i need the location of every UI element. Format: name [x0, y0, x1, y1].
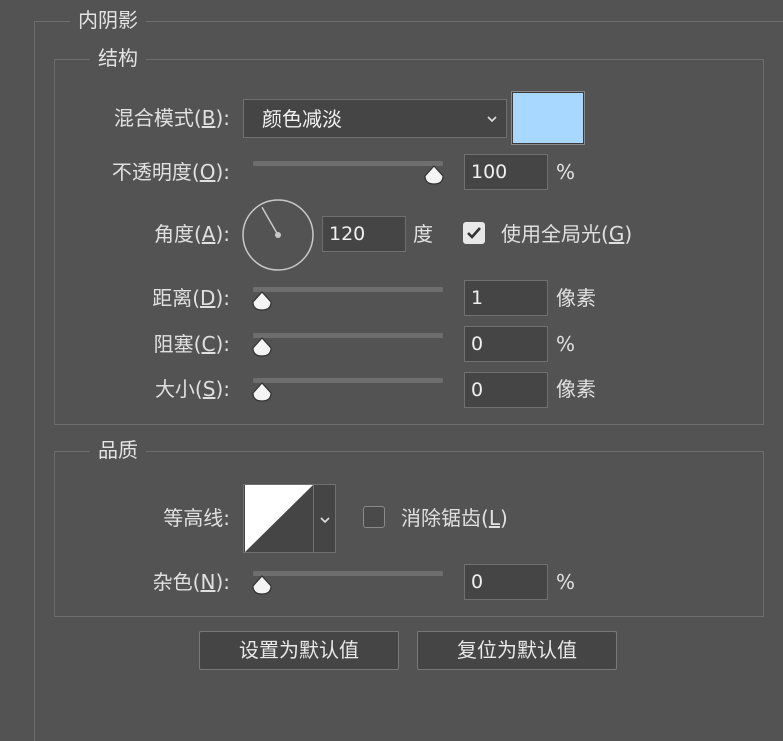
global-light-label: 使用全局光(G) — [501, 222, 633, 246]
size-unit: 像素 — [556, 377, 596, 401]
slider-thumb-icon[interactable] — [251, 290, 273, 312]
opacity-label: 不透明度(O): — [111, 160, 230, 184]
noise-label: 杂色(N): — [152, 570, 230, 594]
slider-thumb-icon[interactable] — [251, 574, 273, 596]
structure-legend: 结构 — [90, 45, 146, 71]
slider-thumb-icon[interactable] — [251, 336, 273, 358]
set-default-button[interactable]: 设置为默认值 — [199, 631, 399, 670]
contour-curve-icon — [245, 485, 313, 552]
noise-unit: % — [556, 570, 576, 594]
blend-mode-label: 混合模式(B): — [113, 106, 230, 130]
checkmark-icon — [467, 227, 481, 239]
choke-slider-track[interactable] — [253, 333, 443, 338]
panel-title: 内阴影 — [70, 7, 146, 33]
size-label: 大小(S): — [154, 377, 230, 401]
contour-divider — [313, 485, 314, 552]
anti-alias-checkbox[interactable] — [363, 506, 385, 528]
slider-thumb-icon[interactable] — [423, 164, 445, 186]
blend-mode-value: 颜色减淡 — [262, 107, 342, 131]
angle-unit: 度 — [413, 222, 433, 246]
anti-alias-label: 消除锯齿(L) — [401, 506, 508, 530]
size-input[interactable]: 0 — [464, 372, 548, 408]
distance-label: 距离(D): — [152, 286, 230, 310]
size-slider-track[interactable] — [253, 378, 443, 383]
blend-mode-select[interactable]: 颜色减淡 — [243, 99, 507, 138]
angle-input[interactable]: 120 — [322, 216, 406, 252]
angle-dial-icon[interactable] — [241, 198, 315, 272]
global-light-checkbox[interactable] — [463, 222, 485, 244]
chevron-down-icon[interactable] — [319, 515, 331, 525]
choke-unit: % — [556, 332, 576, 356]
choke-label: 阻塞(C): — [153, 332, 230, 356]
opacity-slider-track[interactable] — [253, 161, 443, 166]
opacity-unit: % — [556, 160, 576, 184]
quality-legend: 品质 — [90, 437, 146, 463]
distance-slider-track[interactable] — [253, 287, 443, 292]
chevron-down-icon — [487, 116, 497, 123]
noise-input[interactable]: 0 — [464, 564, 548, 600]
distance-input[interactable]: 1 — [464, 280, 548, 316]
contour-picker[interactable] — [243, 484, 336, 553]
noise-slider-track[interactable] — [253, 571, 443, 576]
contour-label: 等高线: — [163, 506, 230, 530]
choke-input[interactable]: 0 — [464, 326, 548, 362]
opacity-input[interactable]: 100 — [464, 154, 548, 190]
angle-label: 角度(A): — [153, 222, 230, 246]
distance-unit: 像素 — [556, 286, 596, 310]
reset-default-button[interactable]: 复位为默认值 — [417, 631, 617, 670]
slider-thumb-icon[interactable] — [251, 381, 273, 403]
shadow-color-swatch[interactable] — [511, 91, 585, 145]
